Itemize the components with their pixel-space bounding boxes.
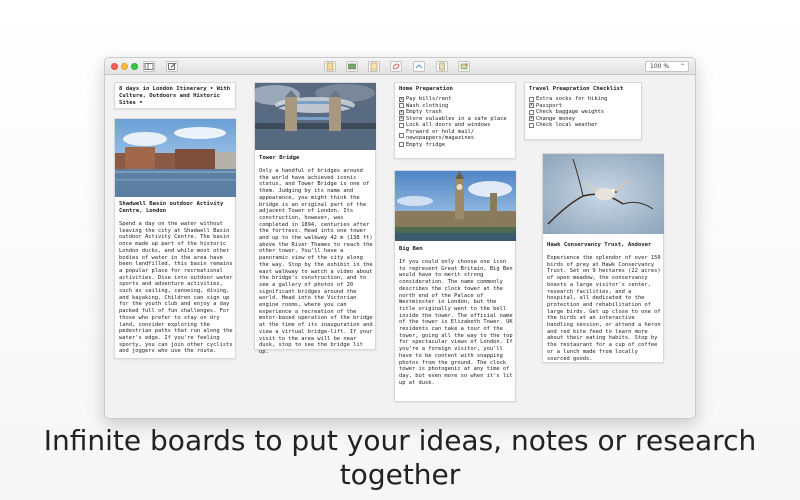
checklist-item: Check local weather — [529, 122, 637, 129]
add-file-icon[interactable] — [413, 61, 425, 72]
zoom-window-button[interactable] — [131, 63, 138, 70]
add-checklist-icon[interactable] — [368, 61, 380, 72]
new-note-icon[interactable] — [166, 61, 178, 72]
marketing-caption-line1: Infinite boards to put your ideas, notes… — [43, 424, 757, 457]
unchecked-checkbox[interactable] — [399, 103, 404, 109]
tower-bridge-title: Tower Bridge — [259, 155, 300, 161]
hawk-body: Experience the splendor of over 150 bird… — [547, 255, 661, 362]
checklist-item: Forward or hold mail/ newspappers/magazi… — [399, 129, 511, 142]
hawk-title: Hawk Conservancy Trust, Andover — [547, 242, 652, 248]
zoom-level: 100 % — [650, 63, 670, 70]
checked-checkbox[interactable]: ✕ — [399, 96, 404, 102]
zoom-select[interactable]: 100 % ⌃ — [645, 61, 689, 72]
itinerary-title: 8 days in London Itinerary • With Cultur… — [119, 86, 231, 106]
marketing-caption-line2: together — [339, 458, 461, 491]
itinerary-title-card[interactable]: 8 days in London Itinerary • With Cultur… — [114, 82, 236, 109]
unchecked-checkbox[interactable] — [529, 96, 534, 102]
add-text-card-icon[interactable] — [324, 61, 336, 72]
checked-checkbox[interactable]: ✕ — [399, 109, 404, 115]
checked-checkbox[interactable]: ✕ — [529, 103, 534, 109]
checklist-item: Empty fridge — [399, 142, 511, 149]
hawk-image — [543, 154, 664, 234]
travel-preparation-card[interactable]: Travel Preapration Checklist Extra socks… — [524, 82, 642, 140]
travel-preparation-title: Travel Preapration Checklist — [529, 86, 624, 92]
shadwell-basin-image — [115, 119, 236, 197]
titlebar: 100 % ⌃ — [105, 58, 695, 75]
checked-checkbox[interactable]: ✕ — [529, 116, 534, 122]
big-ben-title: Big Ben — [399, 246, 423, 252]
home-preparation-title: Home Preparation — [399, 86, 453, 92]
minimize-window-button[interactable] — [121, 63, 128, 70]
home-preparation-card[interactable]: Home Preparation ✕ Pay bills/rent Wash clo… — [394, 82, 516, 159]
checklist-item-label: Check local weather — [536, 122, 598, 128]
big-ben-image — [395, 171, 516, 241]
add-link-icon[interactable] — [390, 61, 402, 72]
checklist-item-label: Forward or hold mail/ newspappers/magazi… — [406, 128, 475, 142]
unchecked-checkbox[interactable] — [529, 109, 534, 115]
unchecked-checkbox[interactable] — [399, 132, 404, 138]
home-preparation-list: ✕ Pay bills/rent Wash clothing ✕ Empty trash… — [399, 96, 511, 148]
tower-bridge-body: Only a handful of bridges around the wor… — [259, 168, 373, 355]
close-window-button[interactable] — [111, 63, 118, 70]
checklist-item-label: Empty fridge — [406, 141, 445, 148]
big-ben-card[interactable]: Big Ben If you could only choose one ico… — [394, 170, 516, 402]
shadwell-title: Shadwell Basin outdoor Activity Centre, … — [119, 201, 224, 214]
unchecked-checkbox[interactable] — [529, 122, 534, 128]
unchecked-checkbox[interactable] — [399, 122, 404, 128]
travel-preparation-list: Extra socks for hiking ✕ Passport Check bag… — [529, 96, 637, 129]
tower-bridge-image — [255, 83, 376, 150]
chevron-updown-icon: ⌃ — [679, 63, 685, 70]
tower-bridge-card[interactable]: Tower Bridge Only a handful of bridges a… — [254, 82, 376, 355]
big-ben-body: If you could only choose one icon to rep… — [399, 259, 513, 386]
board-canvas[interactable]: 8 days in London Itinerary • With Cultur… — [105, 75, 695, 418]
shadwell-body: Spend a day on the water without leaving… — [119, 221, 233, 355]
sidebar-toggle-icon[interactable] — [143, 61, 155, 72]
add-document-icon[interactable] — [436, 61, 448, 72]
app-window: 100 % ⌃ 8 days in London Itinerary • Wit… — [104, 57, 696, 419]
shadwell-card[interactable]: Shadwell Basin outdoor Activity Centre, … — [114, 118, 236, 359]
unchecked-checkbox[interactable] — [399, 142, 404, 148]
add-sketch-icon[interactable] — [458, 61, 470, 72]
hawk-conservancy-card[interactable]: Hawk Conservancy Trust, Andover Experien… — [542, 153, 664, 363]
checked-checkbox[interactable]: ✕ — [399, 116, 404, 122]
add-image-card-icon[interactable] — [346, 61, 358, 72]
